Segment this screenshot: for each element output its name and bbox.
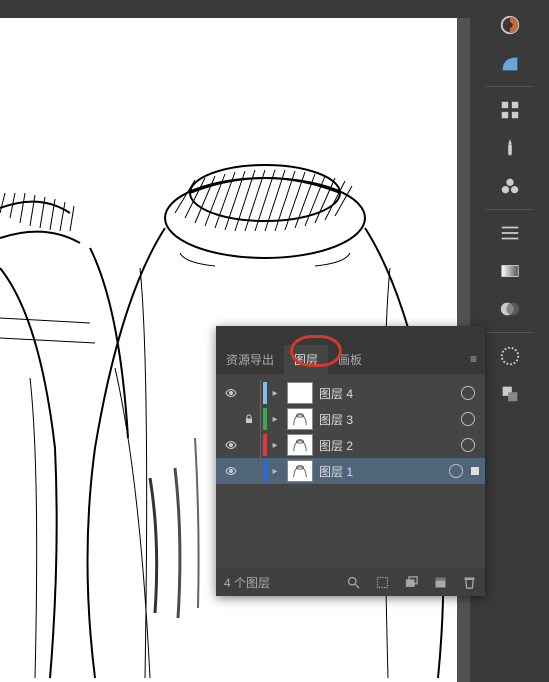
layer-row[interactable]: ▸ 图层 1 [216, 458, 485, 484]
divider [260, 380, 261, 406]
swatches-icon[interactable] [489, 91, 531, 129]
layer-row[interactable]: ▸ 图层 3 [216, 406, 485, 432]
panel-footer: 4 个图层 [216, 568, 485, 596]
expand-arrow-icon[interactable]: ▸ [269, 388, 281, 399]
visibility-toggle[interactable] [222, 387, 240, 399]
delete-layer-icon[interactable] [462, 575, 477, 590]
selection-indicator [471, 467, 479, 475]
tab-layers[interactable]: 图层 [284, 345, 328, 374]
stroke-icon[interactable] [489, 214, 531, 252]
layer-count-label: 4 个图层 [224, 574, 270, 591]
layer-color-strip [263, 434, 267, 456]
symbol-icon[interactable] [489, 167, 531, 205]
layer-thumbnail[interactable] [287, 460, 313, 482]
target-icon[interactable] [461, 438, 475, 452]
layer-name-label[interactable]: 图层 2 [319, 437, 461, 454]
panel-tabs: 资源导出 图层 画板 ≡ [216, 326, 485, 374]
expand-arrow-icon[interactable]: ▸ [269, 414, 281, 425]
panel-menu-icon[interactable]: ≡ [470, 352, 477, 366]
color-picker-icon[interactable] [489, 6, 531, 44]
layer-name-label[interactable]: 图层 4 [319, 385, 461, 402]
layer-thumbnail[interactable] [287, 382, 313, 404]
gradient-icon[interactable] [489, 252, 531, 290]
layer-name-label[interactable]: 图层 1 [319, 463, 449, 480]
tab-artboards[interactable]: 画板 [328, 345, 372, 374]
graphic-styles-icon[interactable] [489, 375, 531, 413]
appearance-icon[interactable] [489, 337, 531, 375]
shape-tool-icon[interactable] [489, 44, 531, 82]
layer-color-strip [263, 408, 267, 430]
tab-asset-export[interactable]: 资源导出 [216, 345, 284, 374]
locate-object-icon[interactable] [346, 575, 361, 590]
make-clipping-mask-icon[interactable] [375, 575, 390, 590]
layer-color-strip [263, 382, 267, 404]
divider [260, 458, 261, 484]
layer-color-strip [263, 460, 267, 482]
visibility-toggle[interactable] [222, 439, 240, 451]
layers-panel[interactable]: •• × 资源导出 图层 画板 ≡ ▸图层 4▸图层 3▸图层 2▸图层 1 4… [216, 326, 485, 596]
new-layer-icon[interactable] [433, 575, 448, 590]
divider [260, 406, 261, 432]
target-icon[interactable] [449, 464, 463, 478]
transparency-icon[interactable] [489, 290, 531, 328]
target-icon[interactable] [461, 412, 475, 426]
layer-name-label[interactable]: 图层 3 [319, 411, 461, 428]
lock-toggle[interactable] [240, 413, 258, 425]
target-icon[interactable] [461, 386, 475, 400]
brush-icon[interactable] [489, 129, 531, 167]
layer-thumbnail[interactable] [287, 434, 313, 456]
divider [260, 432, 261, 458]
expand-arrow-icon[interactable]: ▸ [269, 440, 281, 451]
canvas-top-bar [0, 0, 470, 18]
visibility-toggle[interactable] [222, 465, 240, 477]
layer-row[interactable]: ▸ 图层 4 [216, 380, 485, 406]
layers-list: ▸ 图层 4 ▸ 图层 3 ▸ 图层 2 ▸ 图层 1 [216, 374, 485, 490]
layer-thumbnail[interactable] [287, 408, 313, 430]
new-sublayer-icon[interactable] [404, 575, 419, 590]
layer-row[interactable]: ▸ 图层 2 [216, 432, 485, 458]
expand-arrow-icon[interactable]: ▸ [269, 466, 281, 477]
